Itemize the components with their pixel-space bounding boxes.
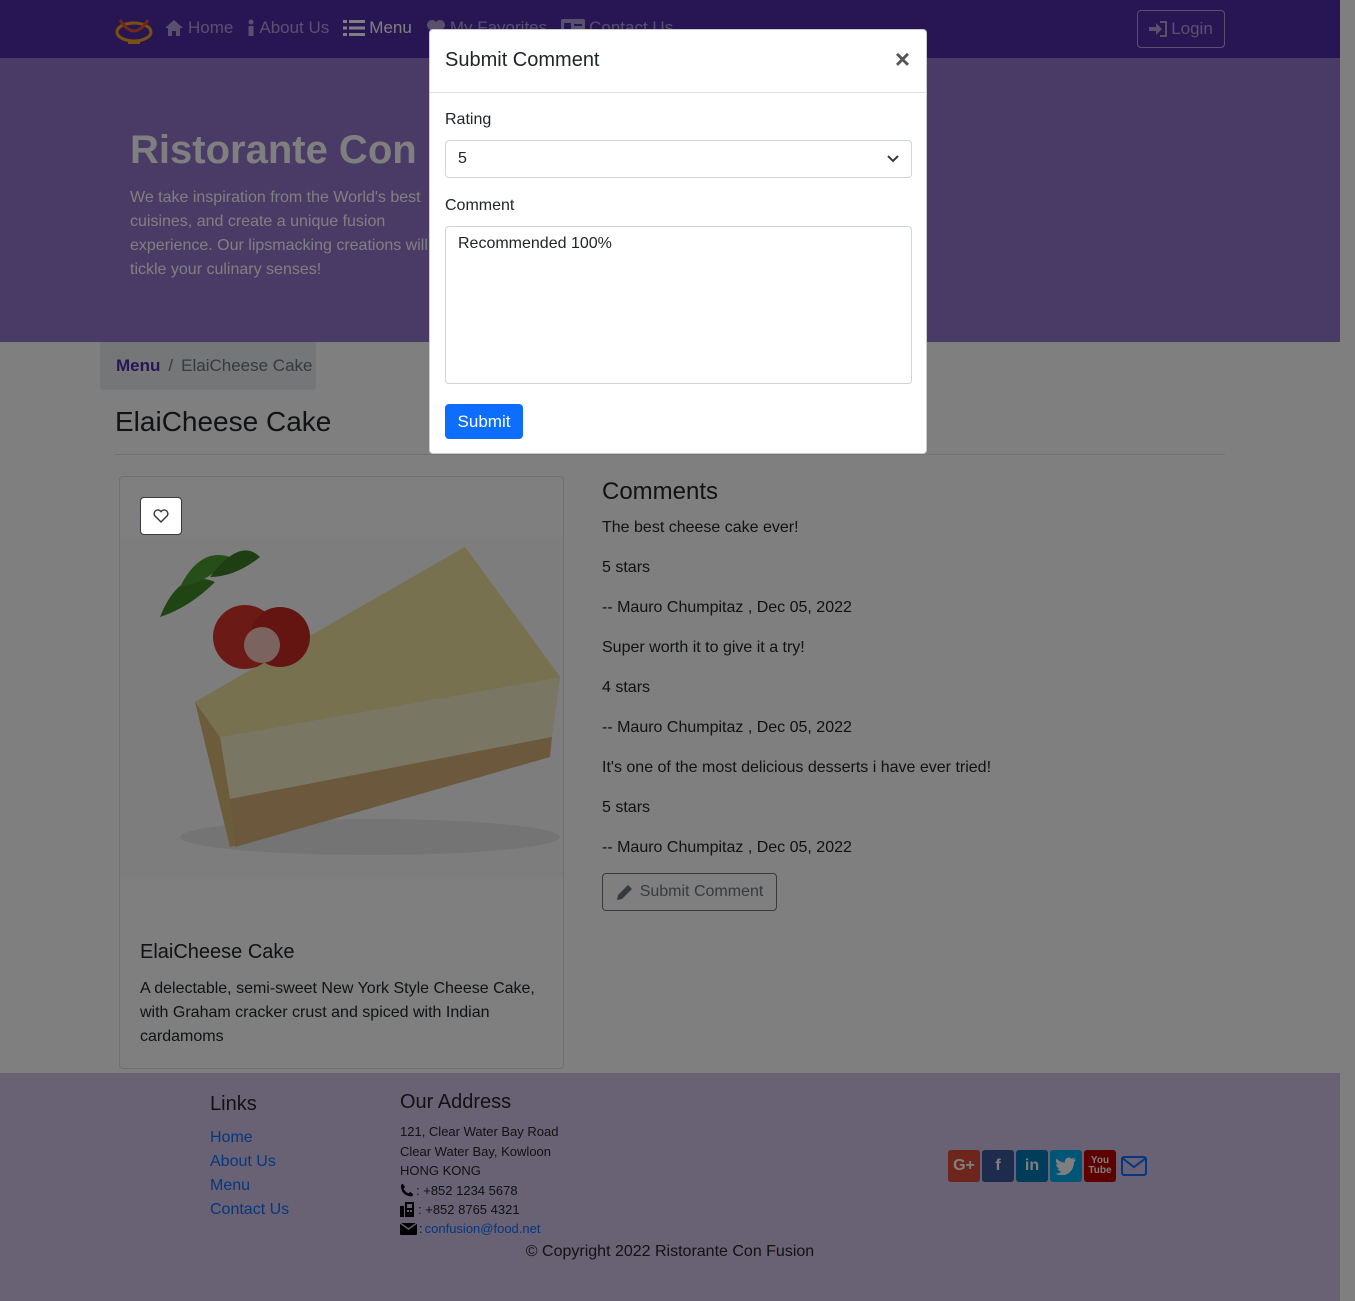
submit-button[interactable]: Submit — [445, 404, 523, 439]
rating-value: 5 — [458, 150, 467, 167]
rating-label: Rating — [445, 111, 492, 128]
favorite-button[interactable] — [140, 497, 182, 535]
modal-title: Submit Comment — [445, 49, 600, 71]
modal-header: Submit Comment × — [430, 30, 926, 93]
close-icon[interactable]: × — [895, 44, 910, 74]
comment-textarea[interactable]: Recommended 100% — [445, 226, 912, 384]
submit-comment-modal: Submit Comment × Rating 5 Comment Recomm… — [429, 29, 927, 454]
heart-outline-icon — [153, 509, 169, 523]
comment-label: Comment — [445, 197, 515, 214]
rating-select[interactable]: 5 — [445, 140, 912, 178]
chevron-down-icon — [887, 155, 899, 163]
